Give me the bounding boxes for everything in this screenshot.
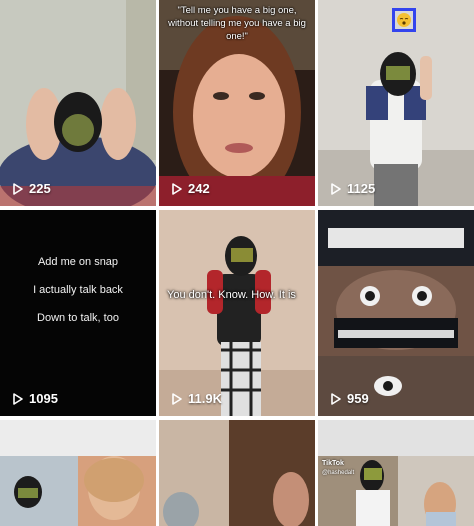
play-icon (172, 182, 182, 195)
video-thumbnail-7 (0, 420, 156, 526)
caption-line-1: Add me on snap (37, 256, 119, 268)
tiktok-handle: @hashedalt (322, 470, 355, 476)
caption-line-2: I actually talk back (33, 284, 123, 296)
video-thumbnail-6 (318, 210, 474, 416)
video-tile-6[interactable]: 959 (318, 210, 474, 416)
play-icon (331, 182, 341, 195)
video-tile-7[interactable] (0, 420, 156, 526)
view-count-label: 1125 (347, 181, 376, 196)
view-count-label: 959 (347, 391, 369, 406)
video-tile-4[interactable]: Add me on snap I actually talk back Down… (0, 210, 156, 416)
view-count-label: 11.9K (188, 391, 222, 406)
play-icon (13, 182, 23, 195)
video-tile-2[interactable]: "Tell me you have a big one, without tel… (159, 0, 315, 206)
view-count: 242 (171, 181, 210, 196)
video-thumbnail-1 (0, 0, 156, 206)
video-tile-3[interactable]: 1125 (318, 0, 474, 206)
view-count-label: 225 (29, 181, 51, 196)
video-tile-5[interactable]: You don't. Know. How. It is 11.9K (159, 210, 315, 416)
video-caption: "Tell me you have a big one, without tel… (168, 5, 306, 42)
view-count: 1095 (12, 391, 58, 406)
tiktok-watermark: TikTok (322, 460, 344, 467)
view-count: 1125 (330, 181, 375, 196)
play-icon (13, 392, 23, 405)
pensive-face-icon (397, 13, 411, 27)
video-overlay-text: You don't. Know. How. It is (167, 289, 296, 301)
play-icon (172, 392, 182, 405)
view-count-label: 242 (188, 181, 210, 196)
video-thumbnail-5 (159, 210, 315, 416)
face-censor-box (392, 8, 416, 32)
video-thumbnail-8 (159, 420, 315, 526)
view-count: 11.9K (171, 391, 222, 406)
view-count: 959 (330, 391, 369, 406)
video-tile-8[interactable] (159, 420, 315, 526)
play-icon (331, 392, 341, 405)
video-tile-1[interactable]: 225 (0, 0, 156, 206)
caption-line-3: Down to talk, too (37, 312, 119, 324)
view-count-label: 1095 (29, 391, 58, 406)
video-tile-9[interactable]: TikTok @hashedalt (318, 420, 474, 526)
video-grid: 225 "Tell me you have a big one, without… (0, 0, 474, 526)
view-count: 225 (12, 181, 51, 196)
